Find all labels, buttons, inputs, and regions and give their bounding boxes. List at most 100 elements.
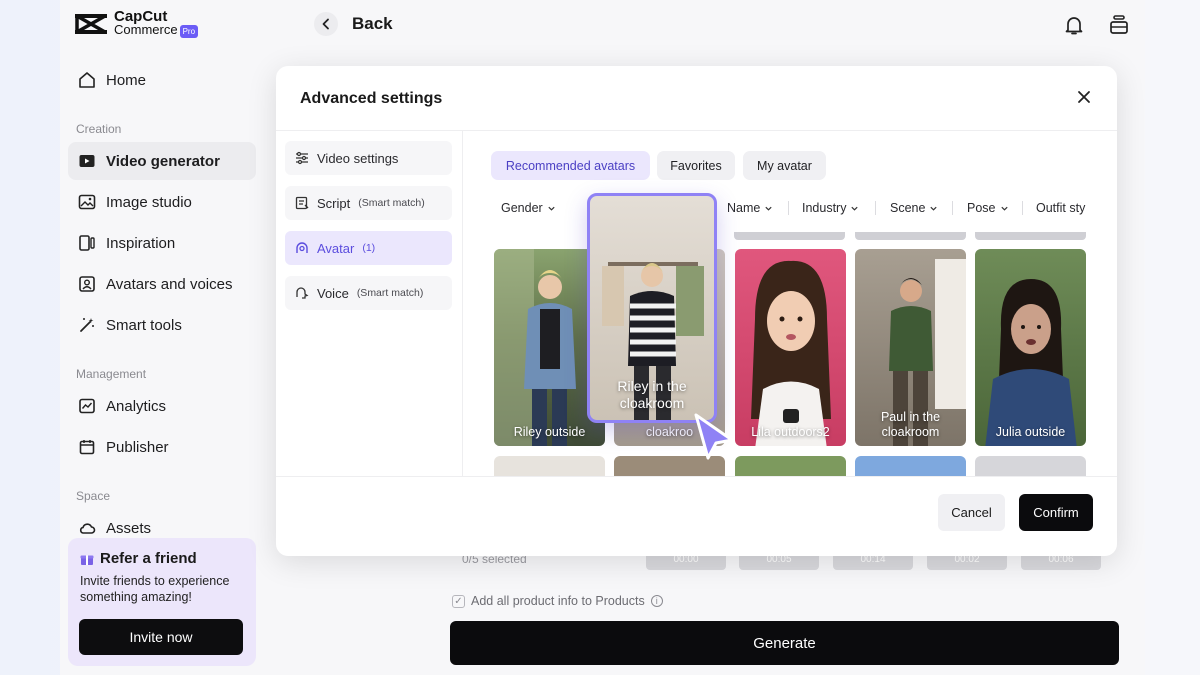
chevron-down-icon [851, 206, 859, 211]
tab-video-settings[interactable]: Video settings [285, 141, 452, 175]
capcut-logo-icon [75, 14, 107, 34]
sidebar-item-publisher[interactable]: Publisher [68, 428, 256, 466]
tab-voice[interactable]: Voice (Smart match) [285, 276, 452, 310]
filter-separator [1022, 201, 1023, 215]
filter-separator [875, 201, 876, 215]
sidebar-item-avatars-and-voices[interactable]: Avatars and voices [68, 265, 256, 303]
cancel-button[interactable]: Cancel [938, 494, 1005, 531]
back-label: Back [352, 14, 393, 33]
tab-recommended-avatars[interactable]: Recommended avatars [491, 151, 650, 180]
avatar-name: Riley outside [513, 425, 586, 439]
section-label-space: Space [76, 489, 111, 503]
image-icon [78, 194, 96, 210]
filter-label: Pose [967, 201, 996, 215]
invite-now-button[interactable]: Invite now [79, 619, 243, 655]
generate-button[interactable]: Generate [450, 621, 1119, 665]
modal-divider-vertical [462, 131, 463, 476]
sidebar-item-label: Inspiration [106, 234, 176, 252]
back-arrow-icon [314, 12, 338, 36]
avatar-name: Riley in the cloakroom [617, 378, 687, 411]
chevron-down-icon [1000, 206, 1008, 211]
avatar-icon [296, 242, 308, 253]
gift-icon [80, 555, 94, 565]
avatar-card-paul-cloakroom[interactable]: Paul in the cloakroom [855, 249, 966, 446]
tab-label: Voice [317, 285, 349, 301]
avatar-card-lila-outdoors2[interactable]: Lila outdoors2 [735, 249, 846, 446]
filter-scene[interactable]: Scene [890, 201, 938, 215]
sidebar-item-label: Assets [106, 519, 152, 537]
avatar-name: Paul in the cloakroom [880, 410, 941, 439]
add-product-info-row[interactable]: ✓ Add all product info to Products i [452, 594, 663, 608]
avatar-card-partial [494, 456, 605, 476]
tab-favorites[interactable]: Favorites [657, 151, 735, 180]
chevron-down-icon [765, 206, 772, 211]
avatar-card-partial [735, 456, 846, 476]
tab-avatar[interactable]: Avatar (1) [285, 231, 452, 265]
filter-outfit-style[interactable]: Outfit sty [1036, 201, 1085, 215]
sidebar-item-label: Publisher [106, 438, 169, 456]
modal-divider [276, 130, 1117, 131]
close-icon[interactable] [1075, 88, 1093, 106]
home-icon [79, 72, 95, 88]
sidebar-item-label: Image studio [106, 193, 192, 211]
bell-icon[interactable] [1062, 13, 1086, 37]
tab-sublabel: (Smart match) [356, 287, 424, 299]
section-label-management: Management [76, 367, 147, 381]
add-info-label: Add all product info to Products [471, 594, 645, 608]
avatar-card-dragging[interactable]: Riley in the cloakroom [587, 193, 717, 423]
back-button[interactable]: Back [314, 12, 393, 36]
brand-logo[interactable]: CapCut Commerce Pro [74, 9, 199, 38]
tab-script[interactable]: Script (Smart match) [285, 186, 452, 220]
info-icon[interactable]: i [650, 595, 663, 607]
sidebar-item-label: Video generator [106, 152, 220, 170]
filter-label: Outfit sty [1036, 201, 1086, 215]
magic-wand-icon [80, 318, 94, 332]
filter-label: Gender [501, 201, 543, 215]
filter-pose[interactable]: Pose [967, 201, 1009, 215]
avatar-name: Lila outdoors2 [751, 425, 830, 439]
filter-separator [952, 201, 953, 215]
filter-name[interactable]: Name [727, 201, 773, 215]
sliders-icon [296, 151, 308, 165]
sidebar-item-video-generator[interactable]: Video generator [68, 142, 256, 180]
sidebar-item-home[interactable]: Home [68, 61, 256, 99]
video-generator-icon [79, 155, 95, 167]
filter-industry[interactable]: Industry [802, 201, 859, 215]
filter-label: Scene [890, 201, 926, 215]
cloud-icon [79, 523, 96, 534]
sidebar-item-analytics[interactable]: Analytics [68, 387, 256, 425]
sidebar-item-image-studio[interactable]: Image studio [68, 183, 256, 221]
tab-label: Video settings [317, 150, 399, 166]
tab-my-avatar[interactable]: My avatar [743, 151, 826, 180]
tab-label: Script [317, 195, 351, 211]
sidebar-item-label: Home [106, 71, 147, 89]
brand-text: CapCut Commerce Pro [114, 9, 199, 38]
analytics-icon [79, 398, 95, 414]
avatar-card-julia-outside[interactable]: Julia outside [975, 249, 1086, 446]
filter-gender[interactable]: Gender [501, 201, 556, 215]
tab-label: Avatar [317, 240, 355, 256]
cursor-arrow-icon [694, 413, 734, 460]
sidebar-item-smart-tools[interactable]: Smart tools [68, 306, 256, 344]
sidebar-item-inspiration[interactable]: Inspiration [68, 224, 256, 262]
filter-label: Name [727, 201, 761, 215]
avatar-card-partial [734, 232, 845, 240]
tab-sublabel: (Smart match) [358, 197, 425, 209]
section-label-creation: Creation [76, 122, 122, 136]
stack-icon[interactable] [1107, 13, 1131, 37]
sidebar: CapCut Commerce Pro Home Creation Video g… [60, 0, 260, 675]
modal-title: Advanced settings [300, 90, 443, 107]
confirm-button[interactable]: Confirm [1019, 494, 1093, 531]
chevron-down-icon [930, 206, 938, 211]
sidebar-item-label: Analytics [106, 397, 167, 415]
avatar-card-partial [975, 456, 1086, 476]
avatar-name: Julia outside [995, 425, 1066, 439]
tab-sublabel: (1) [362, 242, 376, 254]
filter-label: Industry [802, 201, 847, 215]
refer-title-row: Refer a friend [80, 550, 244, 567]
sidebar-item-label: Smart tools [106, 316, 182, 334]
filter-separator [788, 201, 789, 215]
avatar-card-partial [855, 232, 966, 240]
checkbox[interactable]: ✓ [452, 594, 465, 608]
pro-badge: Pro [179, 24, 199, 38]
